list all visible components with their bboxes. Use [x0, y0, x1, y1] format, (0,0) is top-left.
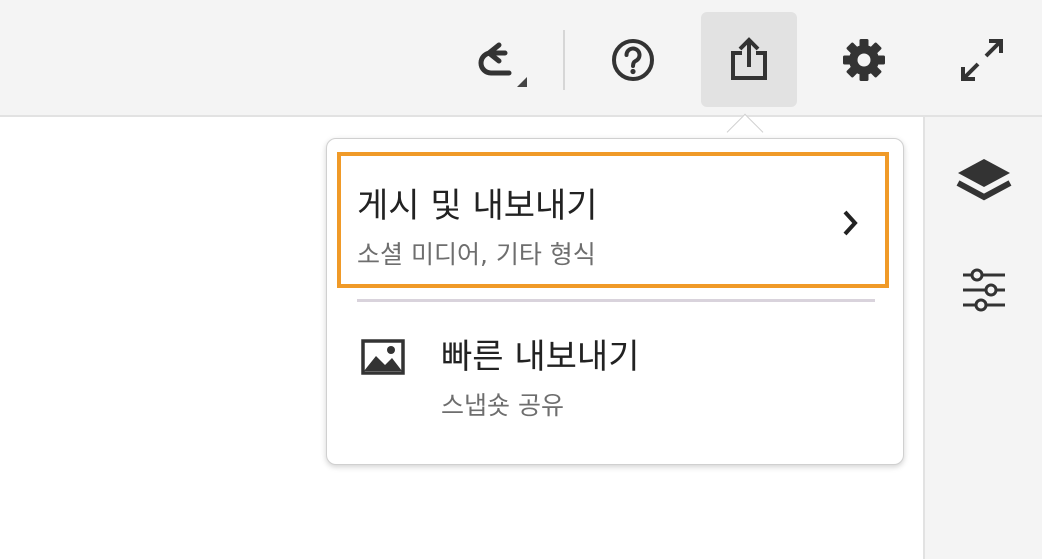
chevron-right-icon	[843, 210, 858, 236]
fullscreen-button[interactable]	[934, 12, 1030, 107]
export-menu-popover: 게시 및 내보내기 소셜 미디어, 기타 형식 빠른 내보내기 스냅숏 공유	[326, 138, 904, 465]
quick-export-item[interactable]: 빠른 내보내기 스냅숏 공유	[327, 309, 903, 459]
image-icon	[361, 339, 405, 375]
undo-icon	[478, 42, 527, 87]
sliders-icon	[962, 268, 1005, 312]
adjust-button[interactable]	[925, 250, 1042, 330]
publish-item-subtitle: 소셜 미디어, 기타 형식	[357, 240, 596, 269]
help-icon	[612, 38, 654, 81]
undo-button[interactable]	[452, 12, 548, 107]
quick-export-title: 빠른 내보내기	[441, 337, 640, 377]
quick-export-subtitle: 스냅숏 공유	[441, 391, 564, 420]
settings-button[interactable]	[816, 12, 912, 107]
publish-and-export-item[interactable]: 게시 및 내보내기 소셜 미디어, 기타 형식	[337, 152, 889, 288]
share-export-icon	[731, 36, 767, 80]
toolbar-divider	[563, 30, 565, 90]
layers-button[interactable]	[925, 139, 1042, 219]
right-side-panel	[923, 117, 1042, 559]
layers-icon	[956, 159, 1011, 201]
expand-icon	[961, 38, 1003, 81]
publish-item-title: 게시 및 내보내기	[357, 186, 598, 226]
menu-separator	[357, 299, 875, 302]
top-toolbar	[0, 0, 1042, 117]
help-button[interactable]	[585, 12, 681, 107]
share-export-button[interactable]	[701, 12, 797, 107]
gear-icon	[843, 38, 885, 81]
